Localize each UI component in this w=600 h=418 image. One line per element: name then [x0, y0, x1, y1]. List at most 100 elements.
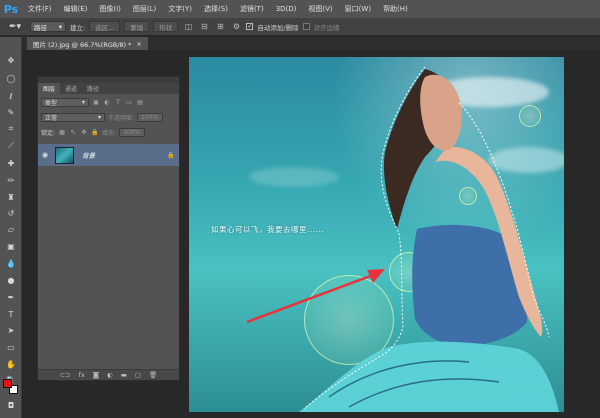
menu-bar: Ps 文件(F) 编辑(E) 图像(I) 图层(L) 文字(Y) 选择(S) 滤…: [0, 0, 600, 18]
gear-icon[interactable]: ⚙: [230, 21, 242, 33]
make-mask-button[interactable]: 蒙版: [124, 21, 150, 32]
opacity-label: 不透明度:: [108, 114, 135, 122]
chevron-down-icon: ▾: [58, 22, 62, 31]
lock-all-icon[interactable]: 🔒: [91, 128, 99, 136]
hand-tool-icon[interactable]: ✋: [4, 358, 18, 370]
layer-filter-value: 类型: [45, 99, 58, 107]
document-tab-bar: 图片 (2).jpg @ 66.7%(RGB/8) * ×: [22, 37, 600, 50]
menu-help[interactable]: 帮助(H): [377, 4, 414, 14]
skirt: [299, 341, 559, 412]
pen-mode-select[interactable]: 路径 ▾: [30, 21, 66, 32]
type-tool-icon[interactable]: T: [4, 308, 18, 320]
image-overlay: [246, 66, 559, 412]
tab-channels[interactable]: 通道: [60, 83, 82, 94]
blur-tool-icon[interactable]: 💧: [4, 257, 18, 269]
type-filter-icon[interactable]: T: [114, 98, 122, 106]
options-bar: ✒▾ 路径 ▾ 建立: 选区... 蒙版 形状 ◫ ⊟ ⊞ ⚙ ✓ 自动添加/删除…: [0, 18, 600, 36]
foreground-color-swatch[interactable]: [3, 379, 12, 388]
layer-filter-select[interactable]: 类型 ▾: [41, 97, 89, 107]
opacity-field[interactable]: 100%: [137, 112, 164, 122]
lock-label: 锁定:: [41, 129, 56, 137]
history-brush-tool-icon[interactable]: ↺: [4, 207, 18, 219]
close-icon[interactable]: ×: [136, 40, 141, 48]
tab-paths[interactable]: 路径: [82, 83, 104, 94]
layer-filter-row: 类型 ▾ ▣ ◐ T ▭ ▤: [41, 97, 176, 107]
quick-select-tool-icon[interactable]: ✎: [4, 106, 18, 118]
layer-name: 背景: [82, 152, 95, 160]
tools-panel: ✥ ◯ ℓ ✎ ⌗ ⟋ ✚ ✏ ♜ ↺ ▱ ▣ 💧 ● ✒ T ➤ ▭ ✋ 🔍 …: [0, 37, 22, 418]
fill-field[interactable]: 100%: [119, 127, 146, 137]
auto-add-delete-label: 自动添加/删除: [257, 23, 299, 32]
fill-label: 填充:: [102, 129, 117, 137]
eyedropper-tool-icon[interactable]: ⟋: [4, 140, 18, 152]
panel-tabs: 图层 通道 路径: [38, 83, 179, 94]
shape-tool-icon[interactable]: ▭: [4, 341, 18, 353]
align-edges-checkbox[interactable]: [302, 23, 310, 30]
link-layers-icon[interactable]: ⊂⊃: [60, 371, 71, 379]
menu-file[interactable]: 文件(F): [22, 4, 58, 14]
lock-pixels-icon[interactable]: ✎: [69, 128, 77, 136]
lock-row: 锁定: ▦ ✎ ✥ 🔒 填充: 100%: [41, 127, 176, 137]
layers-panel: 图层 通道 路径 类型 ▾ ▣ ◐ T ▭ ▤ 正常 ▾ 不透明度: 100% 锁定…: [37, 76, 180, 381]
menu-layer[interactable]: 图层(L): [127, 4, 162, 14]
pen-mode-value: 路径: [34, 23, 47, 32]
lock-transparent-icon[interactable]: ▦: [58, 128, 66, 136]
align-edges-label: 对齐边缘: [313, 23, 340, 32]
adjustment-layer-icon[interactable]: ◐: [107, 371, 113, 379]
menu-select[interactable]: 选择(S): [198, 4, 234, 14]
blend-row: 正常 ▾ 不透明度: 100%: [41, 112, 176, 122]
menu-3d[interactable]: 3D(D): [270, 5, 303, 13]
tab-layers[interactable]: 图层: [38, 83, 61, 94]
lock-icon: 🔒: [167, 151, 175, 159]
blend-mode-select[interactable]: 正常 ▾: [41, 112, 105, 122]
dodge-tool-icon[interactable]: ●: [4, 274, 18, 286]
gradient-tool-icon[interactable]: ▣: [4, 240, 18, 252]
new-layer-icon[interactable]: ▢: [135, 371, 141, 379]
path-operations-icon[interactable]: ◫: [182, 21, 194, 33]
menu-edit[interactable]: 编辑(E): [58, 4, 94, 14]
marquee-tool-icon[interactable]: ◯: [4, 72, 18, 84]
layer-style-icon[interactable]: fx: [79, 371, 85, 379]
path-alignment-icon[interactable]: ⊟: [198, 21, 210, 33]
chevron-down-icon: ▾: [97, 113, 101, 121]
document-tab[interactable]: 图片 (2).jpg @ 66.7%(RGB/8) * ×: [27, 37, 148, 50]
visibility-eye-icon[interactable]: ◉: [38, 151, 52, 159]
new-group-icon[interactable]: ▬: [121, 371, 127, 379]
auto-add-delete-checkbox[interactable]: ✓: [246, 23, 254, 30]
path-arrangement-icon[interactable]: ⊞: [214, 21, 226, 33]
path-selection-tool-icon[interactable]: ➤: [4, 324, 18, 336]
menu-window[interactable]: 窗口(W): [339, 4, 377, 14]
crop-tool-icon[interactable]: ⌗: [4, 123, 18, 135]
menu-type[interactable]: 文字(Y): [162, 4, 198, 14]
menu-image[interactable]: 图像(I): [93, 4, 127, 14]
adjustment-filter-icon[interactable]: ◐: [103, 98, 111, 106]
eraser-tool-icon[interactable]: ▱: [4, 223, 18, 235]
healing-brush-tool-icon[interactable]: ✚: [4, 157, 18, 169]
menu-filter[interactable]: 滤镜(T): [234, 4, 270, 14]
pen-tool-icon[interactable]: ✒: [4, 291, 18, 303]
pixel-filter-icon[interactable]: ▣: [92, 98, 100, 106]
shape-filter-icon[interactable]: ▭: [125, 98, 133, 106]
layers-panel-footer: ⊂⊃ fx ◙ ◐ ▬ ▢ 🗑: [38, 369, 179, 380]
make-selection-button[interactable]: 选区...: [89, 21, 121, 32]
add-mask-icon[interactable]: ◙: [93, 371, 99, 379]
delete-layer-icon[interactable]: 🗑: [149, 371, 157, 379]
red-arrow-shaft: [246, 273, 374, 324]
quick-mask-icon[interactable]: ◘: [4, 399, 18, 411]
layer-row[interactable]: ◉ 背景 🔒: [38, 144, 179, 166]
build-label: 建立:: [70, 23, 86, 32]
move-tool-icon[interactable]: ✥: [4, 54, 18, 66]
menu-view[interactable]: 视图(V): [302, 4, 338, 14]
lasso-tool-icon[interactable]: ℓ: [4, 90, 18, 102]
document-title: 图片 (2).jpg @ 66.7%(RGB/8) *: [33, 40, 132, 49]
clone-stamp-tool-icon[interactable]: ♜: [4, 191, 18, 203]
pen-tool-preset-icon[interactable]: ✒▾: [4, 20, 26, 34]
chevron-down-icon: ▾: [81, 98, 85, 106]
smart-object-filter-icon[interactable]: ▤: [136, 98, 144, 106]
make-shape-button[interactable]: 形状: [153, 21, 179, 32]
layer-thumbnail: [55, 146, 74, 164]
document-image[interactable]: 如果心可以飞，我要去哪里......: [189, 57, 564, 412]
photoshop-logo: Ps: [3, 2, 19, 16]
lock-position-icon[interactable]: ✥: [80, 128, 88, 136]
brush-tool-icon[interactable]: ✏: [4, 174, 18, 186]
